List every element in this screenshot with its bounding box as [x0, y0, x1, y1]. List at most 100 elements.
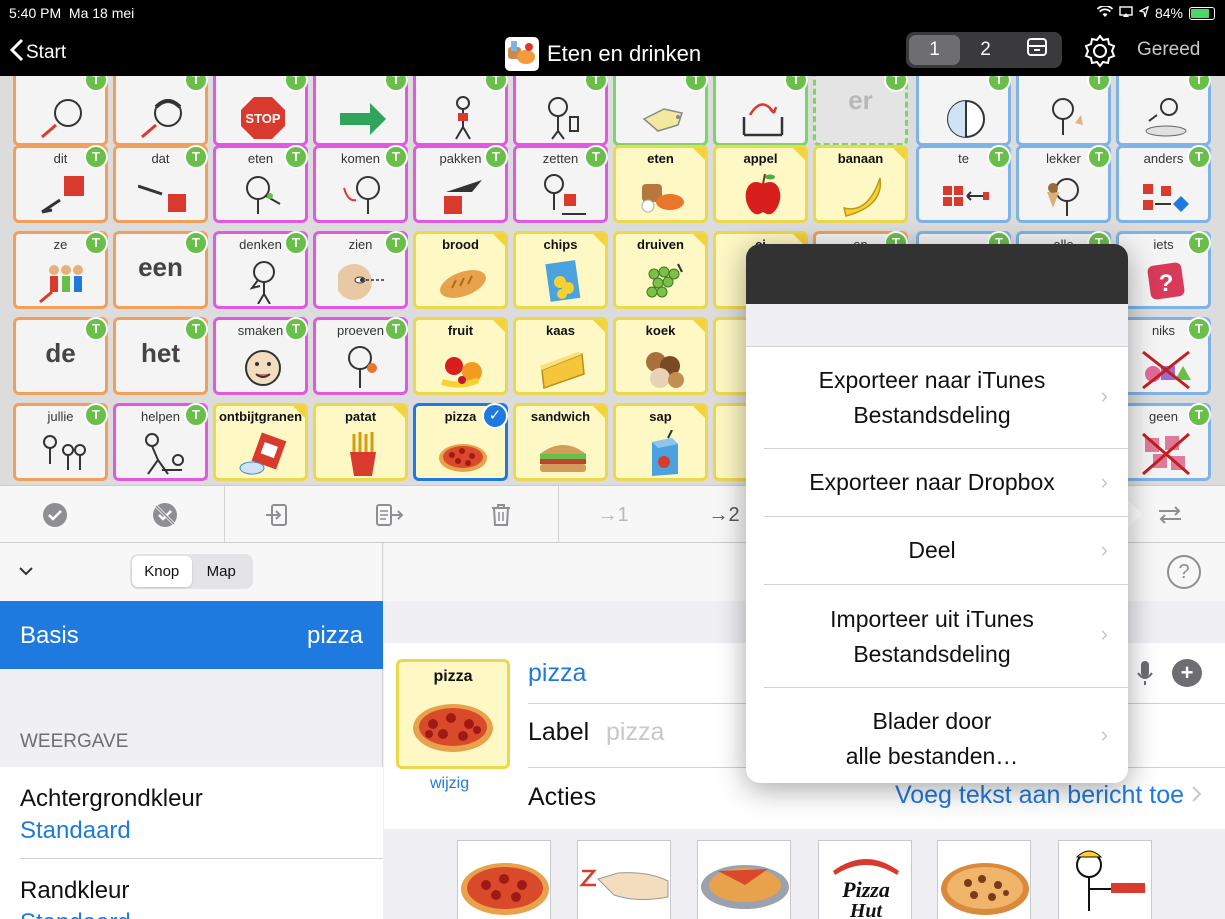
grid-button-smaken[interactable]: smaken T: [213, 317, 308, 395]
toolbar-divider: [224, 486, 225, 544]
move-in-icon[interactable]: [262, 500, 292, 530]
help-button[interactable]: ?: [1167, 555, 1201, 589]
grid-button-r0c4[interactable]: T: [413, 76, 508, 146]
pizza-icon: [439, 444, 487, 472]
grid-button-dat[interactable]: dat T: [113, 145, 208, 223]
move-to-page-2-button[interactable]: →2: [707, 500, 741, 530]
grid-button-proeven[interactable]: proeven T: [313, 317, 408, 395]
grid-button-te[interactable]: te T: [916, 145, 1011, 223]
grid-button-helpen[interactable]: helpen T: [113, 403, 208, 481]
grid-button-een[interactable]: Teen: [113, 231, 208, 309]
suggestion-sign-pizza[interactable]: [577, 840, 671, 919]
grid-button-druiven[interactable]: druiven: [613, 231, 708, 309]
spoken-text-field[interactable]: pizza: [528, 659, 586, 688]
grid-button-lekker[interactable]: lekker T: [1016, 145, 1111, 223]
border-color-row[interactable]: Randkleur Standaard: [0, 859, 383, 919]
page-2-tab[interactable]: 2: [960, 39, 1011, 61]
grid-button-iets[interactable]: iets T?: [1116, 231, 1211, 309]
suggestion-pizza-whole[interactable]: [937, 840, 1031, 919]
grid-button-jullie[interactable]: jullie T: [13, 403, 108, 481]
grid-button-pizza[interactable]: pizza ✓: [413, 403, 508, 481]
import-itunes-item[interactable]: Importeer uit iTunes Bestandsdeling ›: [764, 585, 1128, 688]
grid-button-geen[interactable]: geen T: [1116, 403, 1211, 481]
add-bubble-icon[interactable]: +: [1172, 659, 1202, 687]
trash-icon[interactable]: [486, 500, 516, 530]
grid-button-r0c7[interactable]: T: [713, 76, 808, 146]
back-button[interactable]: Start: [9, 38, 66, 68]
grid-button-fruit[interactable]: fruit: [413, 317, 508, 395]
grid-button-r0c10[interactable]: T: [1016, 76, 1111, 146]
gear-icon[interactable]: [1082, 33, 1118, 74]
suggestion-pizza-slice[interactable]: [697, 840, 791, 919]
border-color-value: Standaard: [20, 909, 131, 919]
sign-hand-icon: [579, 869, 669, 901]
grid-button-denken[interactable]: denken T: [213, 231, 308, 309]
page-1-tab[interactable]: 1: [909, 35, 960, 65]
grid-button-kaas[interactable]: kaas: [513, 317, 608, 395]
grid-button-patat[interactable]: patat: [313, 403, 408, 481]
grid-button-anders[interactable]: anders T: [1116, 145, 1211, 223]
grid-button-eten-noun[interactable]: eten: [613, 145, 708, 223]
grid-button-banaan[interactable]: banaan: [813, 145, 908, 223]
chevron-down-icon[interactable]: [18, 563, 34, 581]
grid-button-dit[interactable]: dit T: [13, 145, 108, 223]
grid-button-r0c6[interactable]: T: [613, 76, 708, 146]
move-to-page-1-button[interactable]: →1: [597, 500, 628, 530]
selected-button-row[interactable]: Basis pizza: [0, 601, 383, 669]
text-badge-icon: T: [284, 317, 308, 341]
check-icon[interactable]: [40, 500, 70, 530]
grid-button-r0c0[interactable]: T: [13, 76, 108, 146]
grid-button-r0c3[interactable]: T: [313, 76, 408, 146]
grid-button-zetten[interactable]: zetten T: [513, 145, 608, 223]
grid-button-de[interactable]: Tde: [13, 317, 108, 395]
grid-button-sap[interactable]: sap: [613, 403, 708, 481]
button-preview[interactable]: pizza: [396, 659, 510, 769]
edit-image-link[interactable]: wijzig: [430, 775, 469, 793]
grid-button-komen[interactable]: komen T: [313, 145, 408, 223]
grid-button-r0c2[interactable]: T STOP: [213, 76, 308, 146]
grid-button-zien[interactable]: zien T: [313, 231, 408, 309]
share-item[interactable]: Deel ›: [764, 517, 1128, 585]
chips-bag-icon: [545, 260, 581, 302]
cell-label: sap: [649, 409, 672, 424]
grid-button-chips[interactable]: chips: [513, 231, 608, 309]
grid-button-ontbijtgranen[interactable]: ontbijtgranen: [213, 403, 308, 481]
tab-folder[interactable]: Map: [192, 563, 252, 580]
grid-button-sandwich[interactable]: sandwich: [513, 403, 608, 481]
grid-button-r0c5[interactable]: T: [513, 76, 608, 146]
grid-button-niks[interactable]: niks T: [1116, 317, 1211, 395]
label-input[interactable]: pizza: [606, 718, 664, 747]
grid-button-eten-verb[interactable]: eten T: [213, 145, 308, 223]
export-itunes-item[interactable]: Exporteer naar iTunes Bestandsdeling ›: [764, 347, 1128, 449]
grid-button-r0c11[interactable]: T: [1116, 76, 1211, 146]
cell-label: appel: [743, 151, 778, 166]
grid-button-r0c1[interactable]: T: [113, 76, 208, 146]
browse-files-item[interactable]: Blader door alle bestanden… ›: [764, 688, 1128, 783]
grid-button-r0c8[interactable]: Ter: [813, 76, 908, 146]
grid-button-het[interactable]: Thet: [113, 317, 208, 395]
grid-button-appel[interactable]: appel: [713, 145, 808, 223]
deselect-icon[interactable]: [150, 500, 180, 530]
export-dropbox-item[interactable]: Exporteer naar Dropbox ›: [764, 449, 1128, 517]
actions-value[interactable]: Voeg tekst aan bericht toe: [895, 781, 1203, 810]
delivery-person-icon: [1075, 850, 1145, 911]
nothing-icon: [1142, 350, 1191, 390]
grid-button-koek[interactable]: koek: [613, 317, 708, 395]
suggestion-pizza-delivery[interactable]: [1058, 840, 1152, 919]
grid-button-pakken[interactable]: pakken T: [413, 145, 508, 223]
suggestion-pizza[interactable]: [457, 840, 551, 919]
grid-button-brood[interactable]: brood: [413, 231, 508, 309]
grid-button-r0c9[interactable]: T: [916, 76, 1011, 146]
suggestion-pizza-hut[interactable]: Pizza Hut: [818, 840, 912, 919]
grid-button-ze[interactable]: ze T: [13, 231, 108, 309]
cell-label: sandwich: [530, 409, 591, 424]
svg-text:?: ?: [1159, 270, 1174, 297]
tab-button[interactable]: Knop: [132, 556, 192, 587]
swap-icon[interactable]: [1155, 500, 1185, 530]
paste-icon[interactable]: [372, 500, 406, 530]
done-button[interactable]: Gereed: [1137, 39, 1200, 61]
archive-icon[interactable]: [1011, 37, 1062, 63]
microphone-icon[interactable]: [1136, 659, 1154, 692]
text-badge-icon: T: [184, 76, 208, 92]
background-color-row[interactable]: Achtergrondkleur Standaard: [0, 767, 383, 859]
